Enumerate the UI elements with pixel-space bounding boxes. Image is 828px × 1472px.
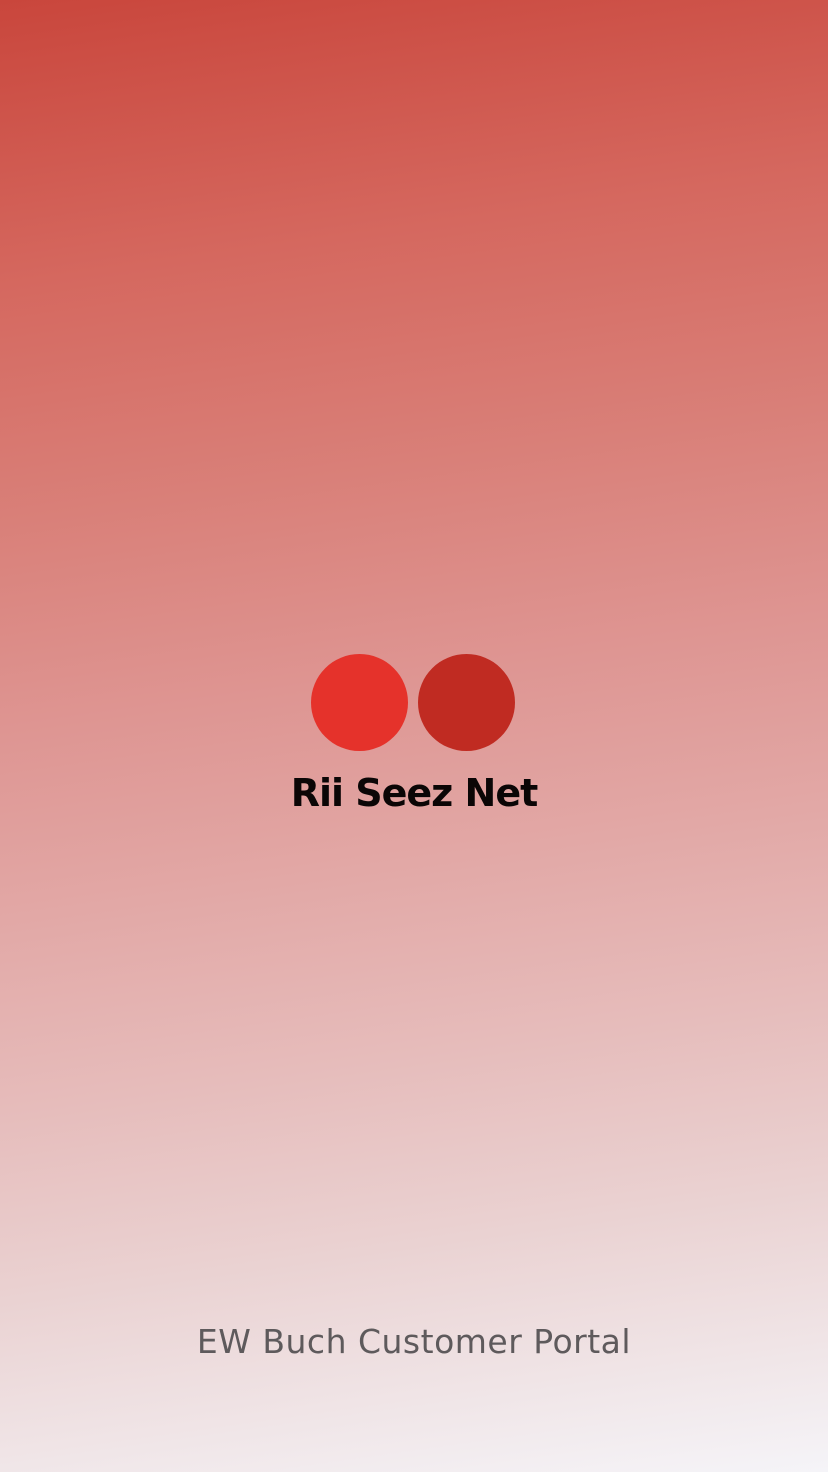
splash-screen: Rii Seez Net EW Buch Customer Portal <box>0 0 828 1472</box>
brand-logo: Rii Seez Net <box>0 652 828 832</box>
brand-name: Rii Seez Net <box>290 771 539 815</box>
logo-dot-right-icon <box>418 654 515 751</box>
logo-dot-left-icon <box>311 654 408 751</box>
portal-caption: EW Buch Customer Portal <box>196 1322 632 1361</box>
